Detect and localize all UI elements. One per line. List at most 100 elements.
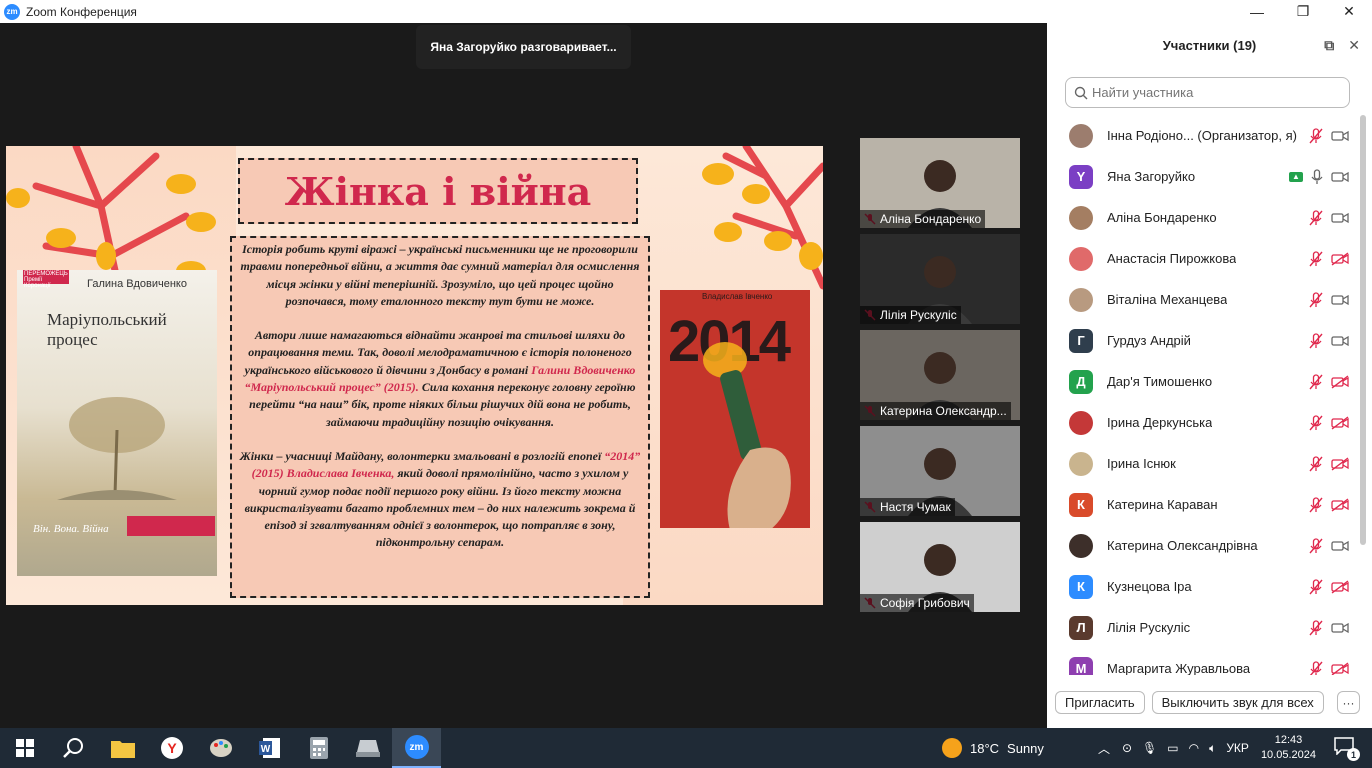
zoom-app-button[interactable]: zm (392, 728, 441, 768)
volume-icon[interactable]: 🔈︎ (1209, 741, 1216, 756)
microphone-icon[interactable]: 🎙︎ (1142, 741, 1157, 755)
clock[interactable]: 12:43 10.05.2024 (1261, 733, 1316, 763)
video-camera-icon[interactable] (1331, 129, 1349, 143)
title-bar: zm Zoom Конференция — ❐ ✕ (0, 0, 1372, 23)
muted-mic-icon[interactable] (1309, 127, 1323, 144)
participant-row[interactable]: Анастасія Пирожкова (1047, 238, 1357, 279)
zoom-logo-icon: zm (4, 3, 20, 20)
window-title: Zoom Конференция (26, 4, 137, 19)
slide-title-box: Жінка і війна (238, 158, 638, 224)
book1-author: Галина Вдовиченко (87, 278, 187, 290)
muted-mic-icon[interactable] (1309, 250, 1323, 267)
file-explorer-button[interactable] (98, 728, 147, 768)
video-camera-icon[interactable] (1331, 539, 1349, 553)
muted-mic-icon[interactable] (1309, 291, 1323, 308)
folder-icon (110, 741, 135, 758)
minimize-button[interactable]: — (1234, 0, 1280, 23)
paint-app-button[interactable] (196, 728, 245, 768)
video-camera-icon[interactable] (1331, 293, 1349, 307)
video-tile[interactable]: Настя Чумак (860, 426, 1020, 516)
start-button[interactable] (0, 728, 49, 768)
notification-center-button[interactable]: 1 (1334, 737, 1360, 761)
close-panel-icon[interactable]: ✕ (1348, 37, 1360, 54)
book1-tree-icon (57, 397, 177, 500)
slide-paragraph-1: Історія робить круті віражі – українські… (240, 242, 640, 308)
participant-row[interactable]: Л Лілія Рускуліс (1047, 607, 1357, 648)
participant-row[interactable]: Ірина Деркунська (1047, 402, 1357, 443)
meet-now-icon[interactable]: ⊙ (1122, 741, 1132, 755)
video-off-icon[interactable] (1331, 415, 1349, 430)
muted-mic-icon[interactable] (1309, 537, 1323, 554)
mute-all-button[interactable]: Выключить звук для всех (1151, 691, 1324, 714)
scanner-app-button[interactable] (343, 728, 392, 768)
slide-body-text: Історія робить круті віражі – українські… (230, 236, 650, 598)
svg-text:Y: Y (167, 740, 177, 756)
muted-mic-icon[interactable] (1309, 660, 1323, 676)
meeting-stage: Яна Загоруйко разговариваeт... Жінка і в… (0, 23, 1047, 728)
video-tile-name: Катерина Олександр... (860, 402, 1011, 420)
more-options-button[interactable]: ··· (1337, 691, 1360, 714)
video-tile-name: Софія Грибович (860, 594, 974, 612)
microphone-icon[interactable] (1311, 168, 1323, 185)
participant-search[interactable] (1065, 77, 1350, 108)
muted-mic-icon[interactable] (1309, 209, 1323, 226)
video-tile[interactable]: Аліна Бондаренко (860, 138, 1020, 228)
word-icon: W (258, 738, 280, 758)
muted-mic-icon[interactable] (1309, 578, 1323, 595)
video-off-icon[interactable] (1331, 251, 1349, 266)
book-award-badge: ПЕРЕМОЖЕЦЬ Премії Коронації (23, 270, 69, 289)
shared-screen-slide: Жінка і війна Історія робить круті віраж… (6, 146, 823, 605)
screen-share-icon: ▲ (1289, 171, 1303, 182)
battery-icon[interactable]: ▭ (1167, 741, 1178, 755)
muted-mic-icon[interactable] (1309, 455, 1323, 472)
video-tile[interactable]: Софія Грибович (860, 522, 1020, 612)
maximize-button[interactable]: ❐ (1280, 0, 1326, 23)
participant-row[interactable]: Аліна Бондаренко (1047, 197, 1357, 238)
muted-mic-icon[interactable] (1309, 332, 1323, 349)
muted-mic-icon[interactable] (1309, 619, 1323, 636)
participant-name: Лілія Рускуліс (1107, 620, 1191, 635)
search-input[interactable] (1092, 85, 1342, 100)
video-camera-icon[interactable] (1331, 334, 1349, 348)
video-off-icon[interactable] (1331, 579, 1349, 594)
participant-list-scrollbar[interactable] (1360, 115, 1366, 545)
search-icon (1074, 86, 1088, 99)
muted-mic-icon[interactable] (1309, 373, 1323, 390)
popout-icon[interactable]: ⧉ (1324, 37, 1334, 54)
video-off-icon[interactable] (1331, 497, 1349, 512)
participant-row[interactable]: Катерина Олександрівна (1047, 525, 1357, 566)
participant-row[interactable]: Ірина Існюк (1047, 443, 1357, 484)
muted-mic-icon[interactable] (1309, 414, 1323, 431)
wifi-icon[interactable]: ◠ (1189, 741, 1199, 755)
video-camera-icon[interactable] (1331, 170, 1349, 184)
muted-mic-icon[interactable] (1309, 496, 1323, 513)
word-app-button[interactable]: W (245, 728, 294, 768)
chevron-up-icon[interactable]: ︿ (1098, 740, 1110, 757)
search-taskbar-button[interactable] (49, 728, 98, 768)
avatar (1069, 246, 1093, 271)
video-off-icon[interactable] (1331, 456, 1349, 471)
video-off-icon[interactable] (1331, 661, 1349, 676)
avatar (1069, 533, 1093, 558)
avatar (1069, 410, 1093, 435)
language-indicator[interactable]: УКР (1226, 741, 1249, 755)
participant-row[interactable]: Y Яна Загоруйко ▲ (1047, 156, 1357, 197)
participant-row[interactable]: К Кузнецова Іра (1047, 566, 1357, 607)
weather-widget[interactable]: 18°C Sunny (942, 728, 1044, 768)
participant-row[interactable]: Д Дар'я Тимошенко (1047, 361, 1357, 402)
video-camera-icon[interactable] (1331, 621, 1349, 635)
participant-row[interactable]: М Маргарита Журавльова (1047, 648, 1357, 675)
participant-row[interactable]: Інна Родіоно... (Организатор, я) (1047, 115, 1357, 156)
video-tile[interactable]: Лілія Рускуліс (860, 234, 1020, 324)
calculator-app-button[interactable] (294, 728, 343, 768)
participant-row[interactable]: Г Гурдуз Андрій (1047, 320, 1357, 361)
video-camera-icon[interactable] (1331, 211, 1349, 225)
video-tile[interactable]: Катерина Олександр... (860, 330, 1020, 420)
participant-row[interactable]: Віталіна Механцева (1047, 279, 1357, 320)
participant-row[interactable]: К Катерина Караван (1047, 484, 1357, 525)
close-button[interactable]: ✕ (1326, 0, 1372, 23)
invite-button[interactable]: Пригласить (1055, 691, 1145, 714)
slide-branch-right-icon (702, 146, 823, 290)
video-off-icon[interactable] (1331, 374, 1349, 389)
yandex-browser-button[interactable]: Y (147, 728, 196, 768)
